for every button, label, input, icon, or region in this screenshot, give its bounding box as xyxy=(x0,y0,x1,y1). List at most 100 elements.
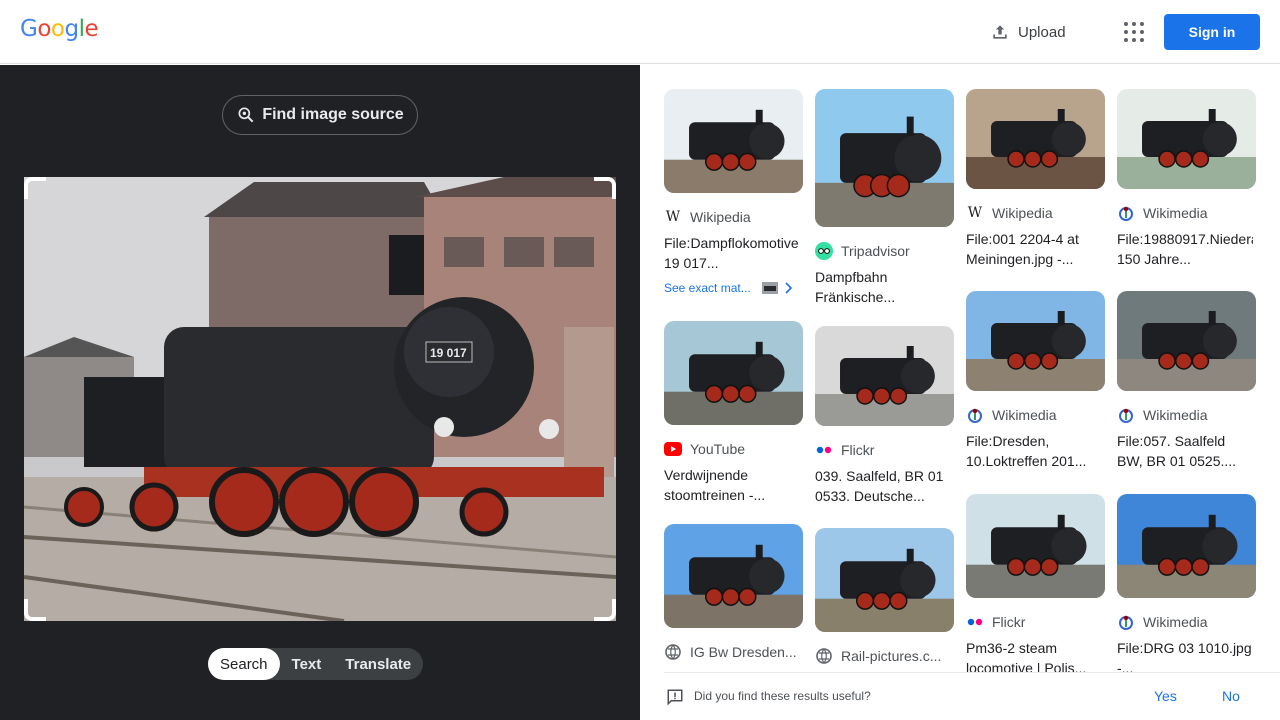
result-source-label: Wikipedia xyxy=(690,209,751,225)
logo-letter: g xyxy=(64,16,79,42)
query-image-panel: Find image source 19 017 Search Text Tra… xyxy=(0,65,640,720)
upload-button[interactable]: Upload xyxy=(990,18,1066,46)
wikimedia-icon xyxy=(1117,406,1135,424)
result-source-label: YouTube xyxy=(690,441,746,457)
result-source-label: Wikimedia xyxy=(1143,614,1208,630)
result-title[interactable]: Dampfbahn Fränkische... xyxy=(815,267,951,307)
result-source[interactable]: YouTube xyxy=(664,439,803,459)
result-card[interactable]: Wikimedia File:19880917.Niederau 150 Jah… xyxy=(1117,89,1256,269)
find-image-source-button[interactable]: Find image source xyxy=(222,95,418,135)
result-source[interactable]: Wikimedia xyxy=(1117,612,1256,632)
result-source-label: Wikimedia xyxy=(992,407,1057,423)
locomotive-number-plate: 19 017 xyxy=(430,346,467,360)
feedback-yes-button[interactable]: Yes xyxy=(1154,688,1177,704)
result-card[interactable]: Tripadvisor Dampfbahn Fränkische... xyxy=(815,89,954,307)
globe-icon xyxy=(664,643,682,661)
upload-icon xyxy=(993,25,1007,39)
result-source-label: Flickr xyxy=(992,614,1026,630)
result-card[interactable]: W Wikipedia File:Dampflokomotive 19 017.… xyxy=(664,89,803,295)
feedback-no-button[interactable]: No xyxy=(1222,688,1240,704)
result-source[interactable]: Flickr xyxy=(815,440,954,460)
result-thumbnail[interactable] xyxy=(664,524,803,628)
result-source[interactable]: Wikimedia xyxy=(1117,405,1256,425)
result-source-label: IG Bw Dresden... xyxy=(690,644,797,660)
result-thumbnail[interactable] xyxy=(815,89,954,227)
wikimedia-icon xyxy=(966,406,984,424)
wikipedia-icon: W xyxy=(665,209,681,225)
result-source-label: Tripadvisor xyxy=(841,243,910,259)
tab-text[interactable]: Text xyxy=(280,648,334,680)
globe-icon xyxy=(815,647,833,665)
result-card[interactable]: Rail-pictures.c... xyxy=(815,528,954,666)
result-thumbnail[interactable] xyxy=(664,89,803,193)
result-thumbnail[interactable] xyxy=(1117,89,1256,189)
result-thumbnail[interactable] xyxy=(966,89,1105,189)
result-card[interactable]: Wikimedia File:057. Saalfeld BW, BR 01 0… xyxy=(1117,291,1256,471)
result-card[interactable]: Flickr 039. Saalfeld, BR 01 0533. Deutsc… xyxy=(815,326,954,506)
logo-letter: e xyxy=(84,16,99,42)
result-source[interactable]: Wikimedia xyxy=(966,405,1105,425)
result-title[interactable]: File:19880917.Niederau 150 Jahre... xyxy=(1117,229,1253,269)
feedback-bar: Did you find these results useful? Yes N… xyxy=(664,672,1280,720)
result-source-label: Flickr xyxy=(841,442,875,458)
logo-letter: o xyxy=(50,16,65,42)
google-logo[interactable]: Google xyxy=(20,16,99,42)
result-source[interactable]: W Wikipedia xyxy=(664,207,803,227)
result-source[interactable]: W Wikipedia xyxy=(966,203,1105,223)
crop-handle-bottom-right[interactable] xyxy=(594,599,616,621)
result-source[interactable]: Rail-pictures.c... xyxy=(815,646,954,666)
wikimedia-icon xyxy=(1117,613,1135,631)
result-source[interactable]: IG Bw Dresden... xyxy=(664,642,803,662)
wikipedia-icon: W xyxy=(967,205,983,221)
result-source-label: Wikimedia xyxy=(1143,205,1208,221)
visual-matches-panel: W Wikipedia File:Dampflokomotive 19 017.… xyxy=(640,65,1280,720)
result-title[interactable]: 039. Saalfeld, BR 01 0533. Deutsche... xyxy=(815,466,951,506)
result-card[interactable]: Wikimedia File:Dresden, 10.Loktreffen 20… xyxy=(966,291,1105,471)
chevron-right-icon xyxy=(785,282,792,294)
result-thumbnail[interactable] xyxy=(966,494,1105,598)
result-source-label: Rail-pictures.c... xyxy=(841,648,942,664)
tab-translate[interactable]: Translate xyxy=(333,648,423,680)
result-source-label: Wikimedia xyxy=(1143,407,1208,423)
query-photo: 19 017 xyxy=(24,177,616,621)
crop-handle-top-right[interactable] xyxy=(594,177,616,199)
flickr-icon xyxy=(815,441,833,459)
tab-search[interactable]: Search xyxy=(208,648,280,680)
tripadvisor-icon xyxy=(815,242,833,260)
feedback-question: Did you find these results useful? xyxy=(694,689,871,703)
result-card[interactable]: Flickr Pm36-2 steam locomotive | Polis..… xyxy=(966,494,1105,678)
result-title[interactable]: Verdwijnende stoomtreinen -... xyxy=(664,465,800,505)
crop-handle-bottom-left[interactable] xyxy=(24,599,46,621)
apps-grid-icon[interactable] xyxy=(1118,18,1146,46)
sign-in-button[interactable]: Sign in xyxy=(1164,14,1260,50)
see-exact-matches-link[interactable]: See exact mat... xyxy=(664,281,803,295)
result-thumbnail[interactable] xyxy=(1117,494,1256,598)
result-card[interactable]: YouTube Verdwijnende stoomtreinen -... xyxy=(664,321,803,505)
result-thumbnail[interactable] xyxy=(815,528,954,632)
result-card[interactable]: W Wikipedia File:001 2204-4 at Meiningen… xyxy=(966,89,1105,269)
logo-letter: o xyxy=(37,16,51,42)
result-thumbnail[interactable] xyxy=(664,321,803,425)
result-title[interactable]: File:001 2204-4 at Meiningen.jpg -... xyxy=(966,229,1102,269)
result-source[interactable]: Tripadvisor xyxy=(815,241,954,261)
result-title[interactable]: File:Dresden, 10.Loktreffen 201... xyxy=(966,431,1102,471)
upload-label: Upload xyxy=(1018,23,1066,41)
result-thumbnail[interactable] xyxy=(815,326,954,426)
search-mode-tabs: Search Text Translate xyxy=(208,648,424,680)
result-thumbnail[interactable] xyxy=(966,291,1105,391)
top-header: Google Upload Sign in xyxy=(0,0,1280,64)
feedback-icon xyxy=(667,689,683,706)
exact-match-thumbnail xyxy=(762,282,778,294)
wikimedia-icon xyxy=(1117,204,1135,222)
result-source[interactable]: Wikimedia xyxy=(1117,203,1256,223)
logo-letter: G xyxy=(20,16,38,42)
youtube-icon xyxy=(664,440,682,458)
result-card[interactable]: IG Bw Dresden... xyxy=(664,524,803,662)
result-card[interactable]: Wikimedia File:DRG 03 1010.jpg -... xyxy=(1117,494,1256,678)
result-title[interactable]: File:057. Saalfeld BW, BR 01 0525.... xyxy=(1117,431,1253,471)
result-source[interactable]: Flickr xyxy=(966,612,1105,632)
result-title[interactable]: File:Dampflokomotive 19 017... xyxy=(664,233,800,273)
find-image-source-label: Find image source xyxy=(262,106,404,123)
result-thumbnail[interactable] xyxy=(1117,291,1256,391)
crop-handle-top-left[interactable] xyxy=(24,177,46,199)
